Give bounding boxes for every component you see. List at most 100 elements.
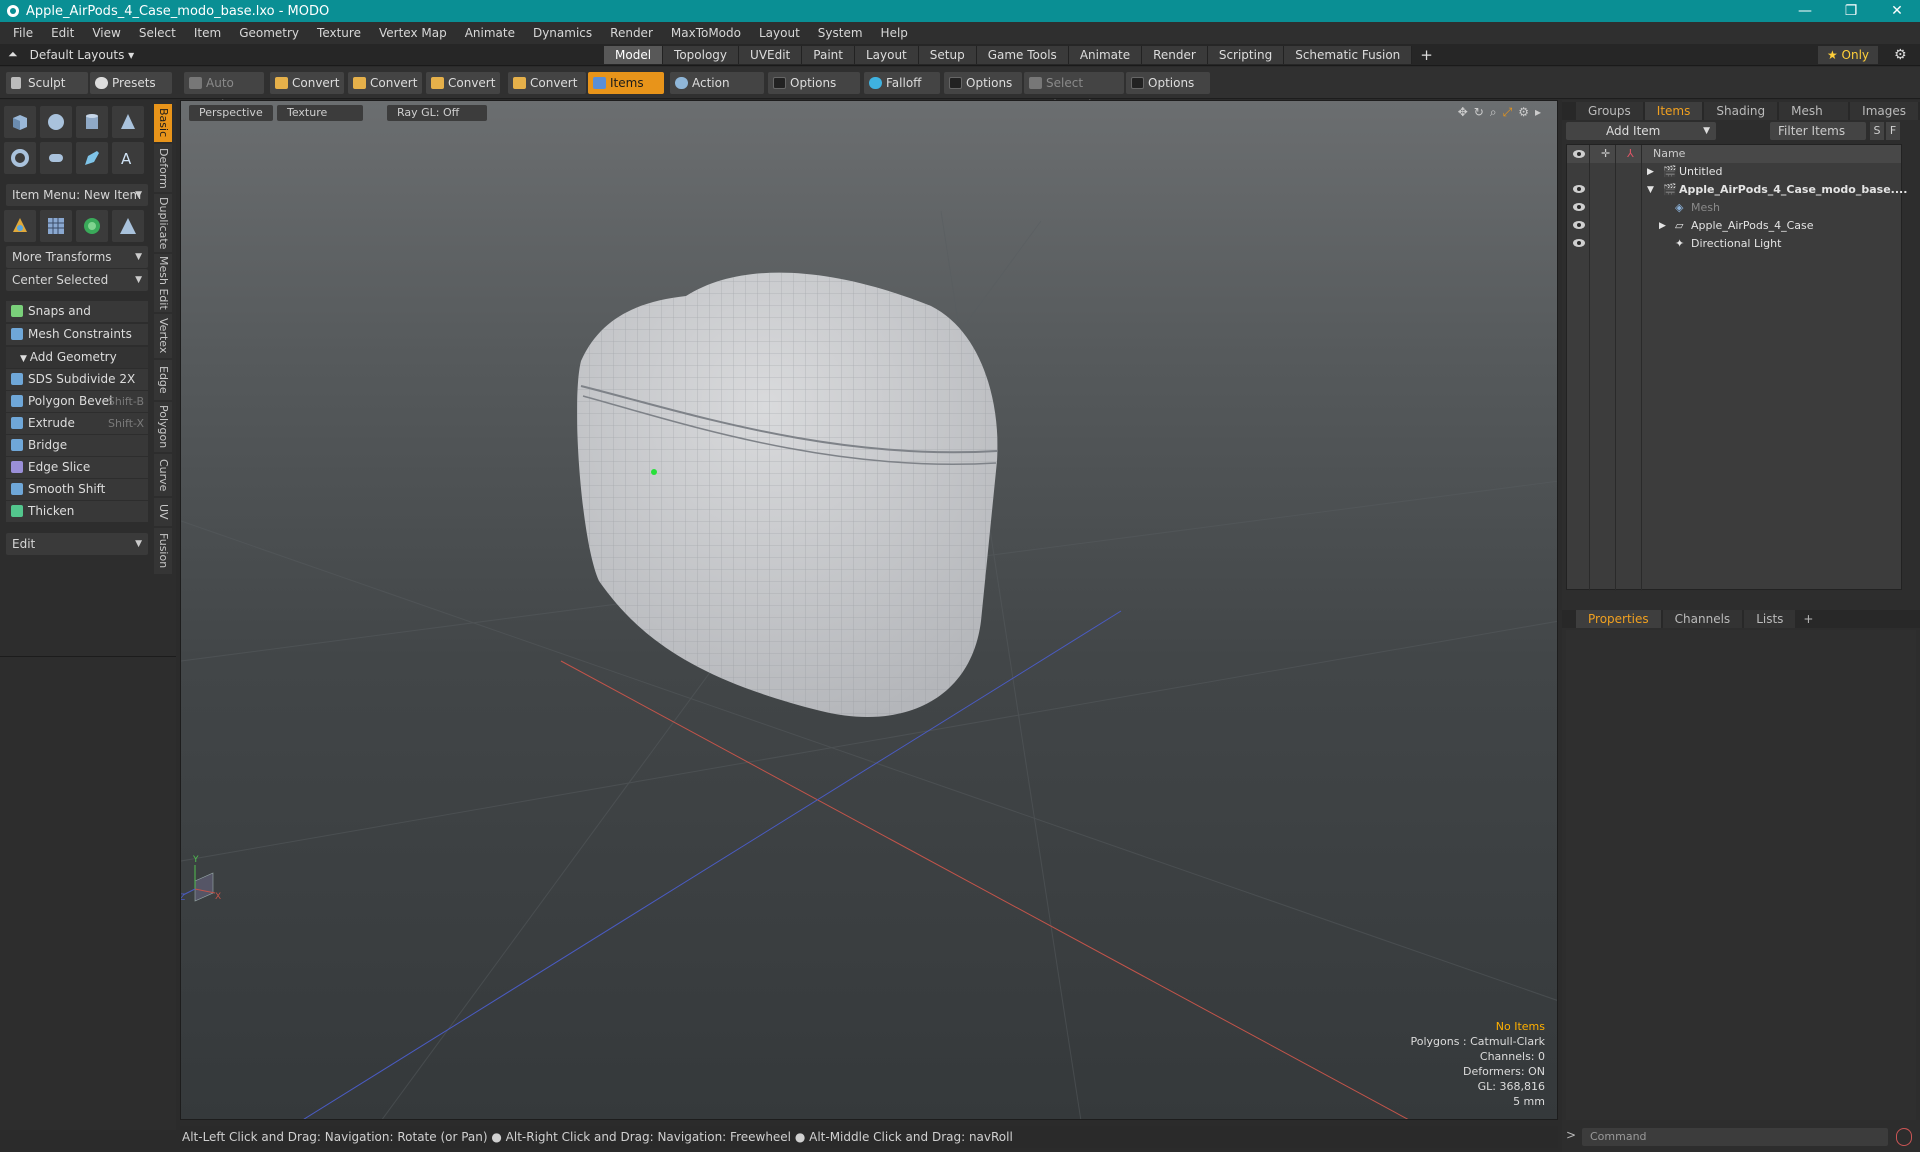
tab-lists[interactable]: Lists <box>1744 610 1796 628</box>
edge-slice-button[interactable]: Edge Slice <box>6 457 148 478</box>
convert-polygons-button[interactable]: Convert <box>426 72 500 94</box>
list-item[interactable]: ✦ Directional Light <box>1567 235 1903 253</box>
tab-images[interactable]: Images <box>1850 102 1918 120</box>
options-button-1[interactable]: Options <box>768 72 860 94</box>
menu-dynamics[interactable]: Dynamics <box>524 26 601 40</box>
move-tool-button[interactable] <box>4 210 36 242</box>
capsule-primitive-button[interactable] <box>40 142 72 174</box>
vtab-fusion[interactable]: Fusion <box>154 528 172 574</box>
close-button[interactable]: ✕ <box>1874 3 1920 19</box>
rotate-tool-button[interactable] <box>76 210 108 242</box>
command-input[interactable]: Command <box>1582 1128 1888 1146</box>
vtab-curve[interactable]: Curve <box>154 454 172 496</box>
more-transforms-dropdown[interactable]: More Transforms ▼ <box>6 246 148 268</box>
bridge-button[interactable]: Bridge <box>6 435 148 456</box>
record-icon[interactable] <box>1896 1128 1912 1146</box>
filter-items-input[interactable]: Filter Items <box>1770 122 1866 140</box>
options-button-3[interactable]: Options <box>1126 72 1210 94</box>
mesh-constraints-button[interactable]: Mesh Constraints <box>6 324 148 345</box>
edit-dropdown[interactable]: Edit ▼ <box>6 533 148 555</box>
items-mode-button[interactable]: Items <box>588 72 664 94</box>
expand-arrow-icon[interactable]: ▶ <box>1659 217 1666 235</box>
menu-render[interactable]: Render <box>601 26 662 40</box>
eye-icon[interactable] <box>1573 221 1585 229</box>
3d-viewport[interactable]: Perspective Texture Ray GL: Off ✥ ↻ ⌕ ⤢ … <box>180 100 1558 1120</box>
cylinder-primitive-button[interactable] <box>76 106 108 138</box>
airpods-case-mesh[interactable] <box>577 272 998 717</box>
list-item[interactable]: ◈ Mesh <box>1567 199 1903 217</box>
convert-edges-button[interactable]: Convert <box>348 72 422 94</box>
maximize-button[interactable]: ❐ <box>1828 3 1874 19</box>
vtab-duplicate[interactable]: Duplicate <box>154 194 172 252</box>
falloff-button[interactable]: Falloff <box>864 72 940 94</box>
default-layouts-dropdown[interactable]: Default Layouts ▾ <box>30 48 135 62</box>
menu-maxtomodo[interactable]: MaxToModo <box>662 26 750 40</box>
tab-layout[interactable]: Layout <box>854 46 919 64</box>
gear-icon[interactable]: ⚙ <box>1894 47 1907 63</box>
add-tab-icon[interactable]: + <box>1412 46 1441 64</box>
eye-icon[interactable] <box>1573 239 1585 247</box>
add-item-dropdown[interactable]: Add Item ▼ <box>1566 122 1716 140</box>
list-item[interactable]: ▶ ▱ Apple_AirPods_4_Case <box>1567 217 1903 235</box>
tab-render[interactable]: Render <box>1142 46 1208 64</box>
menu-animate[interactable]: Animate <box>456 26 524 40</box>
presets-button[interactable]: Presets F6 <box>90 72 172 112</box>
extrude-button[interactable]: Extrude Shift-X <box>6 413 148 434</box>
tab-properties[interactable]: Properties <box>1576 610 1661 628</box>
menu-texture[interactable]: Texture <box>308 26 370 40</box>
convert-items-button[interactable]: Convert <box>508 72 586 94</box>
menu-vertex-map[interactable]: Vertex Map <box>370 26 456 40</box>
s-button[interactable]: S <box>1870 122 1884 140</box>
eye-icon[interactable] <box>1573 203 1585 211</box>
vtab-basic[interactable]: Basic <box>154 104 172 142</box>
snaps-and-precision-button[interactable]: Snaps and Precision <box>6 301 148 339</box>
menu-item[interactable]: Item <box>185 26 230 40</box>
vtab-uv[interactable]: UV <box>154 498 172 526</box>
scale-tool-button[interactable] <box>112 210 144 242</box>
tab-schematic-fusion[interactable]: Schematic Fusion <box>1284 46 1413 64</box>
center-selected-dropdown[interactable]: Center Selected ▼ <box>6 269 148 291</box>
tab-topology[interactable]: Topology <box>663 46 740 64</box>
sculpt-button[interactable]: Sculpt <box>6 72 88 94</box>
list-item[interactable]: ▼ 🎬 Apple_AirPods_4_Case_modo_base.... <box>1567 181 1907 199</box>
menu-help[interactable]: Help <box>872 26 917 40</box>
menu-geometry[interactable]: Geometry <box>230 26 308 40</box>
vtab-mesh-edit[interactable]: Mesh Edit <box>154 254 172 312</box>
vtab-deform[interactable]: Deform <box>154 144 172 192</box>
tab-model[interactable]: Model <box>604 46 664 64</box>
add-tab-icon[interactable]: + <box>1797 610 1819 628</box>
menu-select[interactable]: Select <box>130 26 185 40</box>
collapse-arrow-icon[interactable]: ▼ <box>1647 181 1654 199</box>
cube-primitive-button[interactable] <box>4 106 36 138</box>
thicken-button[interactable]: Thicken <box>6 501 148 522</box>
tab-mesh[interactable]: Mesh ... <box>1779 102 1849 136</box>
vtab-edge[interactable]: Edge <box>154 360 172 400</box>
menu-view[interactable]: View <box>83 26 129 40</box>
torus-primitive-button[interactable] <box>4 142 36 174</box>
polygon-bevel-button[interactable]: Polygon Bevel Shift-B <box>6 391 148 412</box>
convert-vertices-button[interactable]: Convert <box>270 72 344 94</box>
list-item[interactable]: ▶ 🎬 Untitled <box>1567 163 1903 181</box>
sphere-primitive-button[interactable] <box>40 106 72 138</box>
tab-paint[interactable]: Paint <box>802 46 855 64</box>
item-menu-dropdown[interactable]: Item Menu: New Item ▼ <box>6 184 148 206</box>
options-button-2[interactable]: Options <box>944 72 1022 94</box>
tab-scripting[interactable]: Scripting <box>1207 46 1285 64</box>
sds-subdivide-button[interactable]: SDS Subdivide 2X <box>6 369 148 390</box>
item-center-marker[interactable] <box>651 469 657 475</box>
menu-file[interactable]: File <box>4 26 42 40</box>
menu-layout[interactable]: Layout <box>750 26 809 40</box>
add-geometry-header[interactable]: ▼ Add Geometry <box>6 347 148 368</box>
menu-system[interactable]: System <box>809 26 872 40</box>
tab-animate[interactable]: Animate <box>1068 46 1143 64</box>
vtab-vertex[interactable]: Vertex <box>154 314 172 358</box>
auto-select-button[interactable]: Auto Select <box>184 72 264 112</box>
tab-items[interactable]: Items <box>1644 102 1703 120</box>
menu-edit[interactable]: Edit <box>42 26 83 40</box>
vtab-polygon[interactable]: Polygon <box>154 402 172 452</box>
f-button[interactable]: F <box>1886 122 1900 140</box>
minimize-button[interactable]: — <box>1782 3 1828 19</box>
pen-tool-button[interactable] <box>76 142 108 174</box>
tab-channels[interactable]: Channels <box>1662 610 1743 628</box>
tab-setup[interactable]: Setup <box>918 46 977 64</box>
